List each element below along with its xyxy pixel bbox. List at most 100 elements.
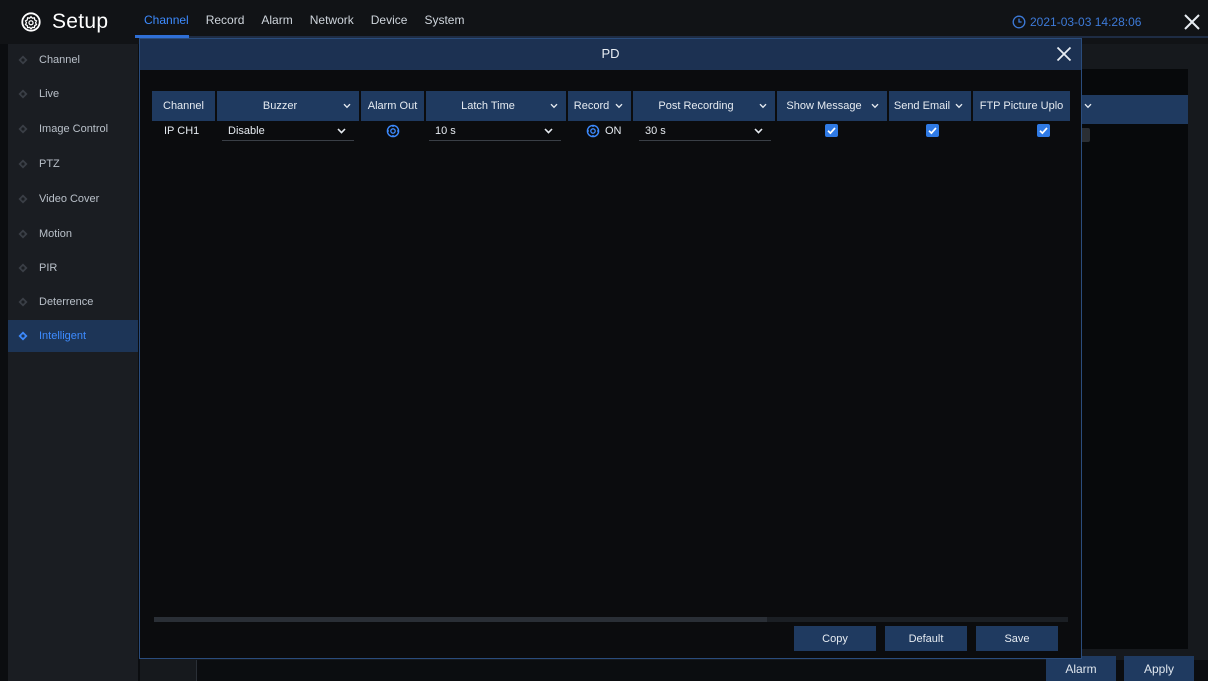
main-nav: Channel Record Alarm Network Device Syst…	[142, 13, 479, 31]
tab-system[interactable]: System	[422, 13, 470, 31]
column-label: Alarm Out	[367, 100, 418, 112]
default-button[interactable]: Default	[885, 626, 967, 651]
checkmark-icon	[827, 127, 836, 135]
tab-device[interactable]: Device	[369, 13, 414, 31]
sidebar: Channel Live Image Control PTZ Video Cov…	[8, 44, 138, 681]
sidebar-item-channel[interactable]: Channel	[8, 44, 138, 76]
column-header-record[interactable]: Record	[568, 91, 631, 121]
column-header-post-recording[interactable]: Post Recording	[633, 91, 775, 121]
record-settings-button[interactable]	[586, 124, 600, 138]
diamond-bullet-icon	[18, 297, 28, 307]
alarm-out-settings-button[interactable]	[386, 124, 400, 138]
sidebar-item-ptz[interactable]: PTZ	[8, 148, 138, 180]
column-header-channel: Channel	[152, 91, 215, 121]
tab-channel[interactable]: Channel	[142, 13, 195, 31]
buzzer-value: Disable	[228, 125, 265, 137]
clock-icon	[1012, 15, 1026, 29]
chevron-down-icon	[955, 103, 963, 109]
app-title: Setup	[20, 8, 108, 36]
sidebar-item-image-control[interactable]: Image Control	[8, 113, 138, 145]
apply-button[interactable]: Apply	[1124, 656, 1194, 681]
checkmark-icon	[928, 127, 937, 135]
chevron-down-icon	[550, 103, 558, 109]
datetime-text: 2021-03-03 14:28:06	[1030, 15, 1142, 29]
chevron-down-icon	[754, 128, 763, 134]
close-dialog-button[interactable]	[1054, 44, 1074, 64]
close-icon	[1056, 46, 1072, 62]
sidebar-item-label: Channel	[39, 54, 80, 66]
sidebar-item-label: Image Control	[39, 123, 109, 135]
save-button[interactable]: Save	[976, 626, 1058, 651]
background-table-header	[1078, 95, 1188, 124]
buzzer-select[interactable]: Disable	[222, 122, 354, 141]
tab-alarm[interactable]: Alarm	[259, 13, 298, 31]
dialog-title: PD	[601, 46, 620, 61]
column-label: Post Recording	[658, 100, 734, 112]
sidebar-item-label: Intelligent	[39, 330, 87, 342]
column-header-send-email[interactable]: Send Email	[889, 91, 971, 121]
sidebar-item-intelligent[interactable]: Intelligent	[8, 320, 138, 352]
close-setup-button[interactable]	[1182, 12, 1202, 32]
close-icon	[1184, 14, 1200, 30]
chevron-down-icon	[615, 103, 623, 109]
chevron-down-icon	[1084, 103, 1092, 109]
column-label: FTP Picture Uplo	[979, 100, 1064, 112]
background-table-panel	[1078, 69, 1188, 649]
gear-icon	[586, 124, 600, 138]
column-label: Send Email	[893, 100, 951, 112]
sidebar-item-label: Live	[39, 88, 60, 100]
setup-gear-icon	[20, 11, 42, 33]
checkmark-icon	[1039, 127, 1048, 135]
tab-record[interactable]: Record	[204, 13, 251, 31]
column-header-show-message[interactable]: Show Message	[777, 91, 887, 121]
chevron-down-icon	[337, 128, 346, 134]
sidebar-item-deterrence[interactable]: Deterrence	[8, 286, 138, 318]
latch-time-value: 10 s	[435, 125, 456, 137]
diamond-bullet-icon	[18, 331, 28, 341]
sidebar-item-label: PTZ	[39, 158, 60, 170]
show-message-checkbox[interactable]	[825, 124, 838, 137]
diamond-bullet-icon	[18, 55, 28, 65]
column-header-latch-time[interactable]: Latch Time	[426, 91, 566, 121]
chevron-down-icon	[759, 103, 767, 109]
column-label: Record	[573, 100, 610, 112]
sidebar-item-video-cover[interactable]: Video Cover	[8, 183, 138, 215]
diamond-bullet-icon	[18, 89, 28, 99]
alarm-button[interactable]: Alarm	[1046, 656, 1116, 681]
horizontal-scrollbar-thumb[interactable]	[154, 617, 767, 622]
column-label: Buzzer	[262, 100, 298, 112]
diamond-bullet-icon	[18, 159, 28, 169]
chevron-down-icon	[544, 128, 553, 134]
select-underline	[639, 140, 771, 141]
diamond-bullet-icon	[18, 229, 28, 239]
column-label: Show Message	[786, 100, 862, 112]
sidebar-item-label: Deterrence	[39, 296, 94, 308]
sidebar-item-pir[interactable]: PIR	[8, 252, 138, 284]
sidebar-item-label: Motion	[39, 228, 73, 240]
pd-dialog: PD Channel Buzzer Alarm Out Latch Time R…	[139, 38, 1082, 659]
page-title: Setup	[52, 10, 109, 33]
sidebar-item-live[interactable]: Live	[8, 78, 138, 110]
diamond-bullet-icon	[18, 263, 28, 273]
latch-time-select[interactable]: 10 s	[429, 122, 561, 141]
gear-icon	[386, 124, 400, 138]
post-recording-select[interactable]: 30 s	[639, 122, 771, 141]
dialog-header: PD	[140, 39, 1081, 70]
chevron-down-icon	[343, 103, 351, 109]
column-header-alarm-out: Alarm Out	[361, 91, 424, 121]
column-header-buzzer[interactable]: Buzzer	[217, 91, 359, 121]
column-label: Latch Time	[461, 100, 515, 112]
column-header-ftp-picture-upload[interactable]: FTP Picture Uplo	[973, 91, 1070, 121]
tab-network[interactable]: Network	[308, 13, 360, 31]
diamond-bullet-icon	[18, 194, 28, 204]
send-email-checkbox[interactable]	[926, 124, 939, 137]
select-underline	[222, 140, 354, 141]
sidebar-item-label: PIR	[39, 262, 58, 274]
ftp-upload-checkbox[interactable]	[1037, 124, 1050, 137]
copy-button[interactable]: Copy	[794, 626, 876, 651]
sidebar-item-motion[interactable]: Motion	[8, 218, 138, 250]
record-status: ON	[605, 125, 622, 137]
post-recording-value: 30 s	[645, 125, 666, 137]
select-underline	[429, 140, 561, 141]
chevron-down-icon	[871, 103, 879, 109]
